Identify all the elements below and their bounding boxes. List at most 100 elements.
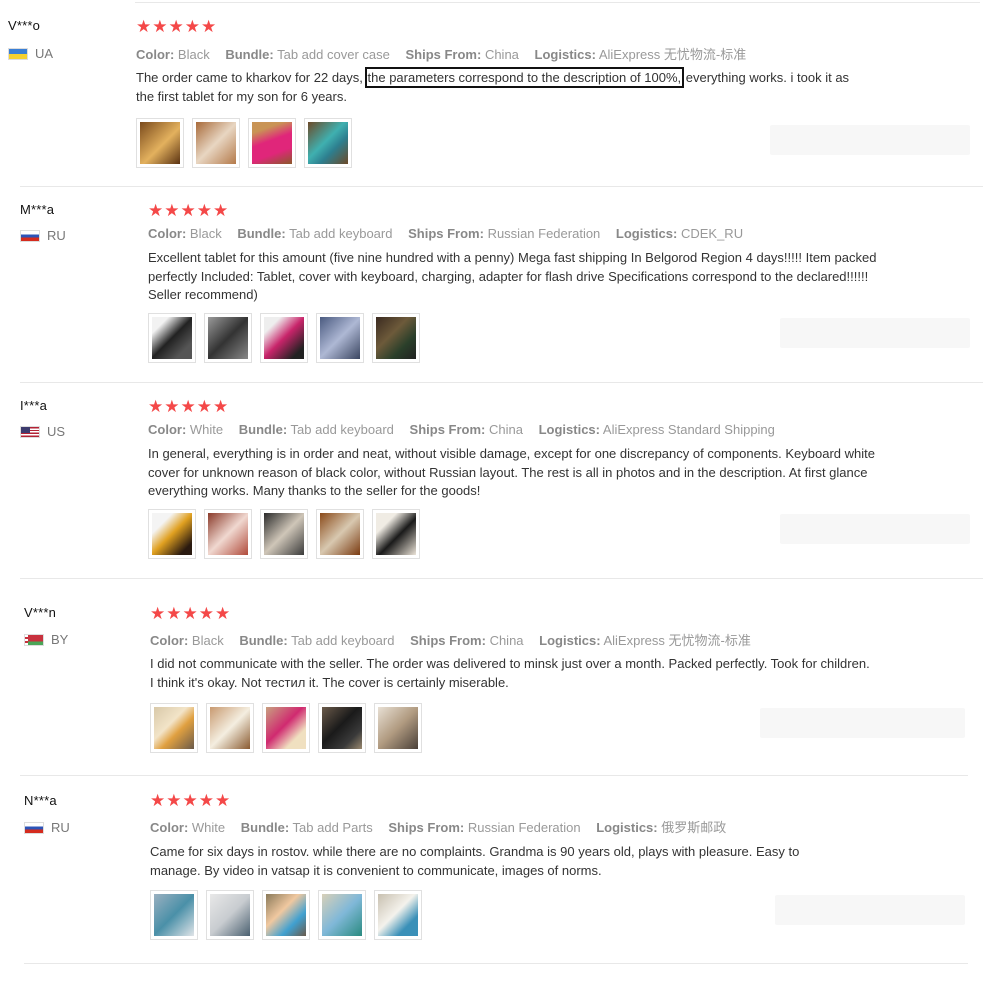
color-label: Color: <box>150 820 189 835</box>
review-text: I did not communicate with the seller. T… <box>150 656 870 690</box>
color-value: Black <box>189 226 222 241</box>
review-divider-top <box>135 2 980 3</box>
ships-from-value: Russian Federation <box>467 820 581 835</box>
review-photo-thumbnail[interactable] <box>150 890 198 940</box>
ships-from-label: Ships From: <box>388 820 465 835</box>
ships-from-label: Ships From: <box>410 633 486 648</box>
logistics-value: AliExpress 无忧物流-标准 <box>598 47 747 62</box>
ships-from-label: Ships From: <box>408 226 484 241</box>
review-divider <box>20 382 983 383</box>
review-photos <box>148 313 420 363</box>
reviewer-country: RU <box>20 228 66 243</box>
review-photo-thumbnail[interactable] <box>372 313 420 363</box>
review-text: Excellent tablet for this amount (five n… <box>148 250 877 302</box>
review-photo-thumbnail[interactable] <box>374 703 422 753</box>
ships-from-value: China <box>484 47 519 62</box>
review-photo-thumbnail[interactable] <box>148 509 196 559</box>
color-value: Black <box>177 47 210 62</box>
reviewer-country: RU <box>24 820 70 835</box>
review-photo-thumbnail[interactable] <box>372 509 420 559</box>
reviewer-name: V***n <box>24 605 57 620</box>
logistics-value: AliExpress Standard Shipping <box>602 422 775 437</box>
reviewer-name: N***a <box>24 793 57 808</box>
logistics-label: Logistics: <box>596 820 658 835</box>
reviewer-name: M***a <box>20 202 55 217</box>
ships-from-value: Russian Federation <box>487 226 601 241</box>
review-photo-thumbnail[interactable] <box>148 313 196 363</box>
review-photo-thumbnail[interactable] <box>248 118 296 168</box>
bundle-label: Bundle: <box>225 47 274 62</box>
ships-from-value: China <box>489 422 523 437</box>
star-rating: ★★★★★ <box>136 17 218 36</box>
helpful-placeholder <box>780 318 970 348</box>
logistics-label: Logistics: <box>534 47 596 62</box>
review-photo-thumbnail[interactable] <box>262 703 310 753</box>
order-attributes: Color: Black Bundle: Tab add keyboard Sh… <box>150 630 763 649</box>
review-text-highlight: the parameters correspond to the descrip… <box>364 67 685 88</box>
reviewer-name: I***a <box>20 398 48 413</box>
review-photo-thumbnail[interactable] <box>204 509 252 559</box>
country-code: US <box>47 424 66 439</box>
order-attributes: Color: Black Bundle: Tab add keyboard Sh… <box>148 226 755 241</box>
flag-by-icon <box>24 633 44 646</box>
review-photo-thumbnail[interactable] <box>374 890 422 940</box>
logistics-value: 俄罗斯邮政 <box>661 820 727 835</box>
star-rating: ★★★★★ <box>150 791 232 810</box>
review-photo-thumbnail[interactable] <box>136 118 184 168</box>
review-photo-thumbnail[interactable] <box>206 890 254 940</box>
review-photo-thumbnail[interactable] <box>192 118 240 168</box>
ships-from-label: Ships From: <box>405 47 482 62</box>
review-photo-thumbnail[interactable] <box>150 703 198 753</box>
country-code: RU <box>51 820 70 835</box>
review-photo-thumbnail[interactable] <box>318 703 366 753</box>
ships-from-label: Ships From: <box>409 422 486 437</box>
logistics-value: CDEK_RU <box>680 226 744 241</box>
color-label: Color: <box>148 422 187 437</box>
star-rating: ★★★★★ <box>148 201 230 220</box>
review-photo-thumbnail[interactable] <box>204 313 252 363</box>
order-attributes: Color: Black Bundle: Tab add cover case … <box>136 44 758 63</box>
logistics-value: AliExpress 无忧物流-标准 <box>603 633 751 648</box>
bundle-value: Tab add keyboard <box>289 226 393 241</box>
color-value: Black <box>191 633 224 648</box>
bundle-value: Tab add keyboard <box>290 422 394 437</box>
bundle-label: Bundle: <box>237 226 286 241</box>
order-attributes: Color: White Bundle: Tab add Parts Ships… <box>150 817 738 836</box>
review-photo-thumbnail[interactable] <box>316 313 364 363</box>
review-photo-thumbnail[interactable] <box>318 890 366 940</box>
color-label: Color: <box>150 633 189 648</box>
color-value: White <box>189 422 224 437</box>
country-code: UA <box>35 46 54 61</box>
country-code: BY <box>51 632 69 647</box>
helpful-placeholder <box>775 895 965 925</box>
flag-ru-icon <box>20 229 40 242</box>
helpful-placeholder <box>780 514 970 544</box>
bundle-label: Bundle: <box>238 422 288 437</box>
logistics-label: Logistics: <box>539 633 601 648</box>
review-photo-thumbnail[interactable] <box>262 890 310 940</box>
reviewer-country: US <box>20 424 65 439</box>
color-label: Color: <box>148 226 187 241</box>
review-divider <box>20 186 983 187</box>
flag-ua-icon <box>8 47 28 60</box>
helpful-placeholder <box>770 125 970 155</box>
review-divider <box>20 578 983 579</box>
bundle-label: Bundle: <box>239 633 288 648</box>
review-photo-thumbnail[interactable] <box>260 313 308 363</box>
review-photo-thumbnail[interactable] <box>206 703 254 753</box>
review-photo-thumbnail[interactable] <box>316 509 364 559</box>
review-photos <box>136 118 352 168</box>
review-photos <box>150 890 422 940</box>
bundle-value: Tab add Parts <box>292 820 373 835</box>
review-photo-thumbnail[interactable] <box>304 118 352 168</box>
reviewer-country: BY <box>24 632 68 647</box>
review-photo-thumbnail[interactable] <box>260 509 308 559</box>
helpful-placeholder <box>760 708 965 738</box>
flag-ru-icon <box>24 821 44 834</box>
star-rating: ★★★★★ <box>148 397 230 416</box>
color-label: Color: <box>136 47 175 62</box>
reviewer-country: UA <box>8 46 53 61</box>
review-photos <box>148 509 420 559</box>
reviewer-name: V***o <box>8 18 41 33</box>
color-value: White <box>191 820 226 835</box>
